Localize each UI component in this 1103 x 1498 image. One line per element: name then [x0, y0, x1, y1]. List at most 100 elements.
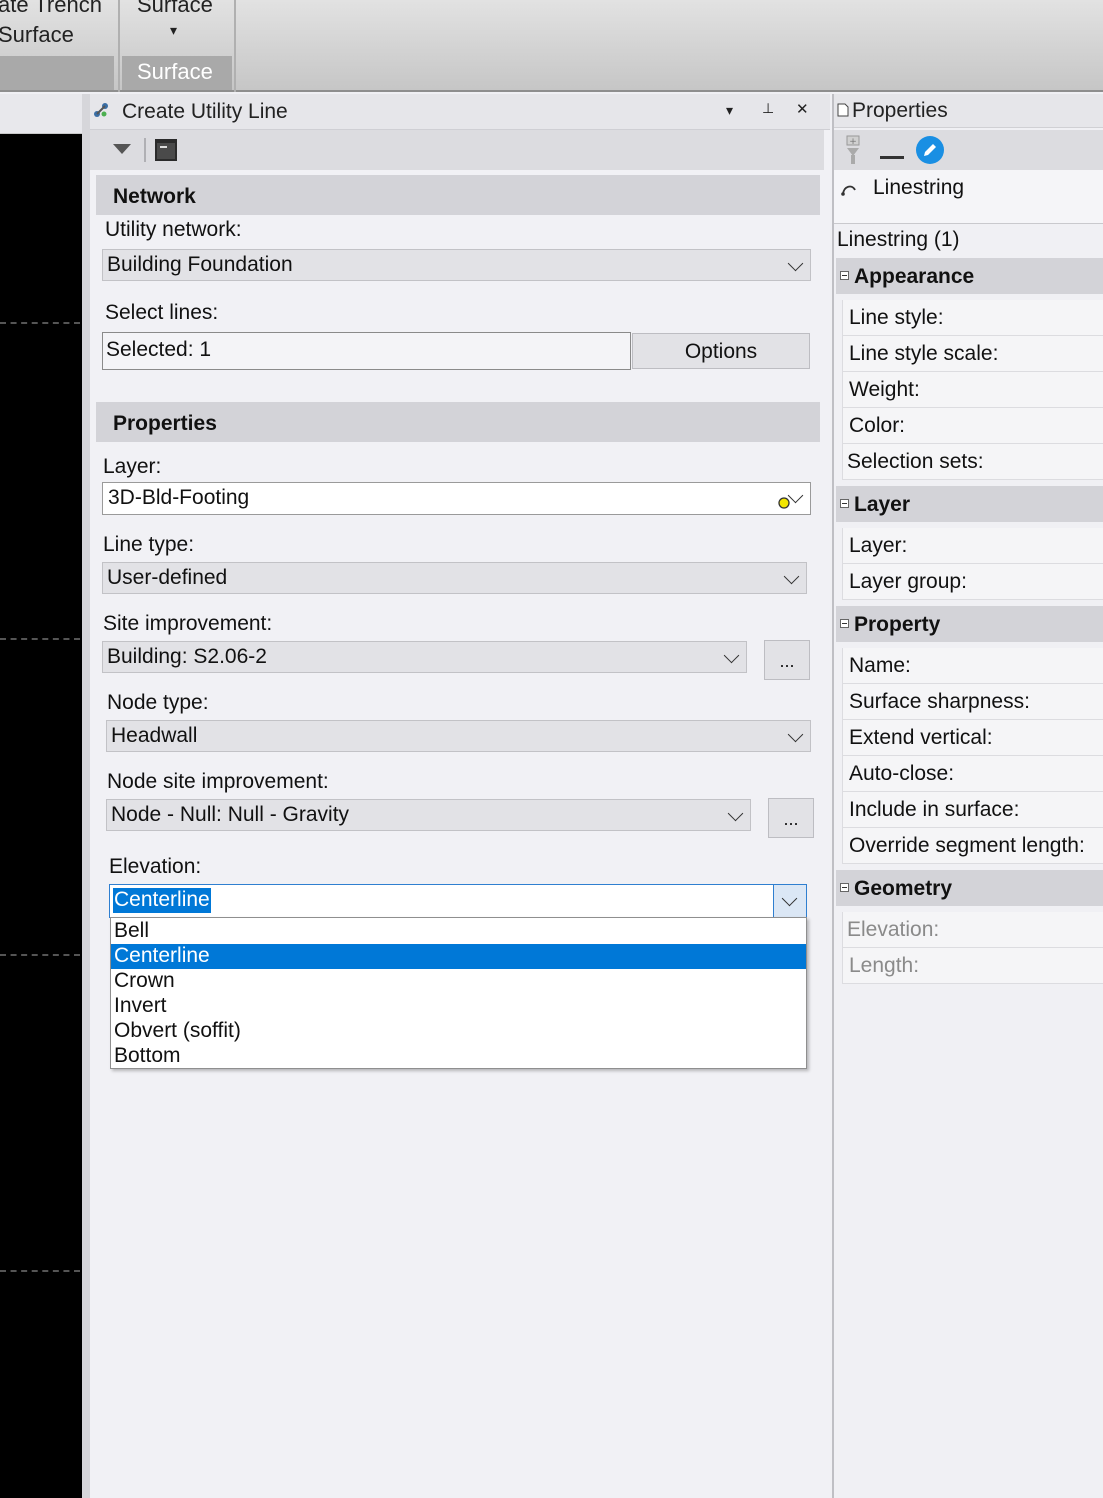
object-type-label: Linestring [873, 176, 965, 199]
property-group-geometry[interactable]: Geometry [836, 870, 1103, 906]
ribbon-surface-button-label: Surface [137, 0, 213, 17]
ribbon-group-trench-surface[interactable]: ate Trench Surface [0, 0, 114, 92]
property-row-line-style[interactable]: Line style: [842, 300, 1103, 336]
site-improvement-value: Building: S2.06-2 [107, 645, 267, 668]
node-type-select[interactable]: Headwall [106, 720, 811, 752]
close-icon[interactable]: ✕ [796, 100, 809, 118]
ribbon: ate Trench Surface Surface ▾ Surface [0, 0, 1103, 92]
panel-menu-button[interactable]: ▾ [726, 102, 733, 119]
command-window-icon[interactable] [154, 138, 178, 162]
panel-title: Create Utility Line [122, 100, 288, 123]
utility-network-value: Building Foundation [107, 253, 293, 276]
node-site-improvement-browse-button[interactable]: ... [768, 798, 814, 838]
selection-count-label: Linestring (1) [837, 228, 960, 251]
property-row-length: Length: [842, 948, 1103, 984]
selected-object-row[interactable]: Linestring [834, 170, 1103, 224]
chevron-down-icon [787, 255, 804, 272]
layer-label: Layer: [103, 455, 162, 478]
property-group-label: Appearance [854, 265, 975, 288]
utility-network-label: Utility network: [105, 218, 242, 241]
select-lines-label: Select lines: [105, 301, 219, 324]
chevron-down-icon [787, 726, 804, 743]
property-row-extend-vertical[interactable]: Extend vertical: [842, 720, 1103, 756]
property-row-selection-sets[interactable]: Selection sets: [842, 444, 1103, 480]
property-row-weight[interactable]: Weight: [842, 372, 1103, 408]
node-site-improvement-value: Node - Null: Null - Gravity [111, 803, 350, 826]
utility-network-select[interactable]: Building Foundation [102, 249, 811, 281]
ribbon-button-line2: Surface [0, 22, 74, 47]
dropdown-option-crown[interactable]: Crown [111, 969, 806, 994]
elevation-dropdown-button[interactable] [773, 885, 806, 917]
property-row-override-segment-length[interactable]: Override segment length: [842, 828, 1103, 864]
canvas-dashed-line [0, 638, 80, 640]
canvas-dashed-line [0, 954, 80, 956]
ribbon-group-surface[interactable]: Surface ▾ Surface [122, 0, 232, 92]
selected-lines-field[interactable]: Selected: 1 [102, 332, 631, 370]
property-group-label: Layer [854, 493, 911, 516]
layer-select[interactable]: 3D-Bld-Footing [102, 482, 811, 515]
elevation-label: Elevation: [109, 855, 202, 878]
chevron-down-icon [783, 568, 800, 585]
layer-color-icon [778, 497, 790, 509]
line-type-select[interactable]: User-defined [102, 562, 807, 594]
chevron-down-icon [781, 890, 798, 907]
node-type-value: Headwall [111, 724, 198, 747]
ribbon-button-line1: ate Trench [0, 0, 102, 17]
collapse-icon [840, 883, 849, 892]
properties-title: Properties [852, 99, 948, 122]
linestring-icon [841, 185, 856, 196]
dropdown-option-obvert[interactable]: Obvert (soffit) [111, 1019, 806, 1044]
dropdown-option-invert[interactable]: Invert [111, 994, 806, 1019]
ribbon-group-label-bar [0, 56, 114, 90]
select-filter-icon[interactable]: + [844, 134, 862, 166]
dropdown-option-bottom[interactable]: Bottom [111, 1044, 806, 1069]
node-site-improvement-select[interactable]: Node - Null: Null - Gravity [106, 799, 751, 831]
property-row-color[interactable]: Color: [842, 408, 1103, 444]
property-row-line-style-scale[interactable]: Line style scale: [842, 336, 1103, 372]
site-improvement-select[interactable]: Building: S2.06-2 [102, 641, 747, 673]
node-site-improvement-label: Node site improvement: [107, 770, 329, 793]
options-button[interactable]: Options [632, 333, 810, 369]
property-group-label: Geometry [854, 877, 953, 900]
dropdown-option-centerline[interactable]: Centerline [111, 944, 806, 969]
utility-line-icon [94, 103, 108, 117]
ribbon-group-label: Surface [137, 59, 213, 84]
properties-title-bar: Properties [834, 94, 1103, 128]
ribbon-divider [234, 0, 236, 92]
property-row-surface-sharpness[interactable]: Surface sharpness: [842, 684, 1103, 720]
ribbon-group-label-bar: Surface [122, 56, 232, 90]
drawing-canvas[interactable] [0, 94, 82, 1498]
document-icon [837, 103, 849, 117]
edit-pencil-icon[interactable] [915, 135, 945, 165]
property-row-include-in-surface[interactable]: Include in surface: [842, 792, 1103, 828]
layer-value: 3D-Bld-Footing [108, 486, 250, 509]
svg-text:+: + [849, 137, 857, 147]
panel-toolbar [90, 130, 824, 170]
collapse-icon [840, 271, 849, 280]
property-row-auto-close[interactable]: Auto-close: [842, 756, 1103, 792]
property-group-label: Property [854, 613, 941, 636]
canvas-dashed-line [0, 322, 80, 324]
property-group-appearance[interactable]: Appearance [836, 258, 1103, 294]
panel-title-bar: Create Utility Line ▾ ⊥ ✕ [90, 94, 830, 130]
dropdown-option-bell[interactable]: Bell [111, 919, 806, 944]
site-improvement-browse-button[interactable]: ... [764, 640, 810, 680]
collapse-icon [840, 619, 849, 628]
properties-toolbar: + [834, 130, 1103, 170]
collapse-triangle-icon[interactable] [112, 142, 132, 156]
property-row-layer-group[interactable]: Layer group: [842, 564, 1103, 600]
line-type-value: User-defined [107, 566, 228, 589]
property-group-property[interactable]: Property [836, 606, 1103, 642]
property-group-layer[interactable]: Layer [836, 486, 1103, 522]
chevron-down-icon [723, 647, 740, 664]
line-type-label: Line type: [103, 533, 195, 556]
node-type-label: Node type: [107, 691, 209, 714]
minimize-icon[interactable] [880, 156, 904, 159]
property-row-layer[interactable]: Layer: [842, 528, 1103, 564]
property-row-name[interactable]: Name: [842, 648, 1103, 684]
pin-icon[interactable]: ⊥ [762, 100, 774, 117]
canvas-dashed-line [0, 1270, 80, 1272]
ribbon-divider [118, 0, 120, 92]
elevation-select[interactable]: Centerline [109, 884, 807, 918]
chevron-down-icon[interactable]: ▾ [170, 22, 177, 39]
